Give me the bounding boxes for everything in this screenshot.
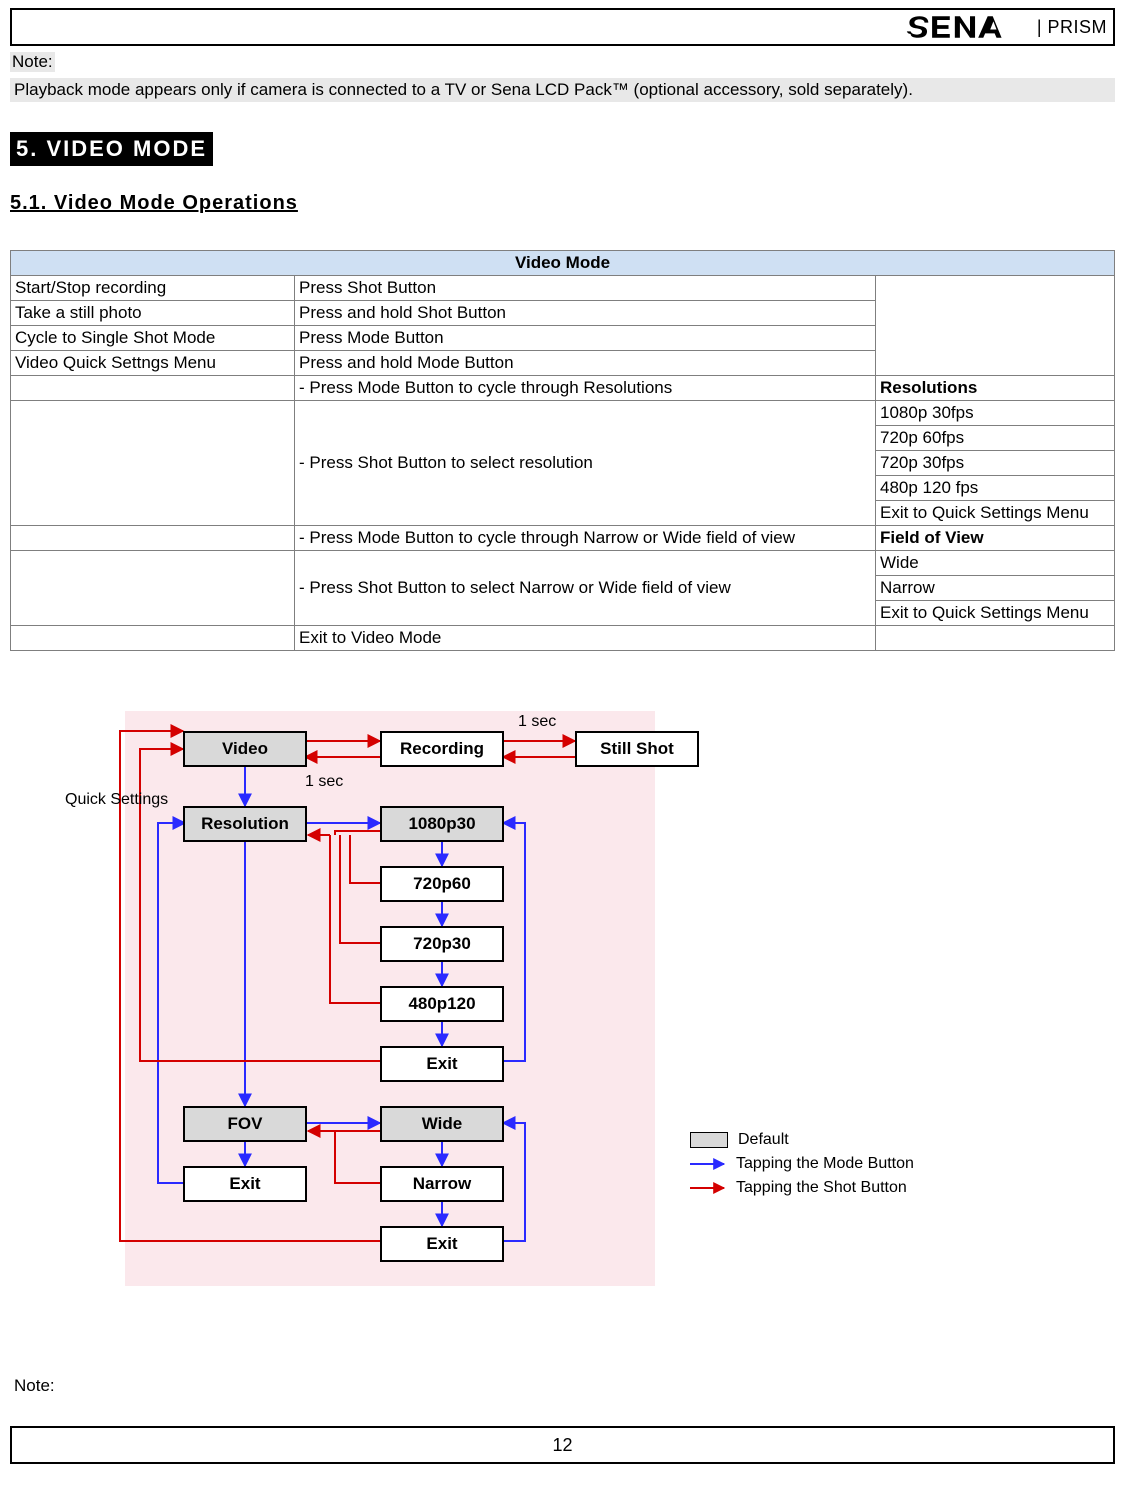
node-wide: Wide bbox=[380, 1106, 504, 1142]
table-cell: Narrow bbox=[876, 576, 1115, 601]
node-exit-fov: Exit bbox=[380, 1226, 504, 1262]
table-cell: Exit to Quick Settings Menu bbox=[876, 501, 1115, 526]
node-video: Video bbox=[183, 731, 307, 767]
legend-default: Default bbox=[738, 1131, 789, 1149]
node-exit-menu: Exit bbox=[183, 1166, 307, 1202]
table-cell-empty bbox=[11, 626, 295, 651]
node-720p30: 720p30 bbox=[380, 926, 504, 962]
legend: Default Tapping the Mode Button Tapping … bbox=[690, 1131, 920, 1203]
table-cell: 720p 30fps bbox=[876, 451, 1115, 476]
sena-logo-icon bbox=[905, 15, 1035, 39]
table-cell: Cycle to Single Shot Mode bbox=[11, 326, 295, 351]
table-cell: - Press Shot Button to select resolution bbox=[295, 401, 876, 526]
page-header: | PRISM bbox=[10, 8, 1115, 46]
table-cell: Wide bbox=[876, 551, 1115, 576]
label-1sec: 1 sec bbox=[518, 713, 556, 731]
table-cell: Video Quick Settngs Menu bbox=[11, 351, 295, 376]
label-quick-settings: Quick Settings bbox=[65, 791, 168, 809]
table-cell: Start/Stop recording bbox=[11, 276, 295, 301]
table-cell: - Press Mode Button to cycle through Res… bbox=[295, 376, 876, 401]
table-cell-empty bbox=[876, 276, 1115, 376]
section-h5: 5. VIDEO MODE bbox=[10, 132, 213, 166]
node-exit-res: Exit bbox=[380, 1046, 504, 1082]
table-cell-empty bbox=[11, 551, 295, 626]
node-still-shot: Still Shot bbox=[575, 731, 699, 767]
label-1sec: 1 sec bbox=[305, 773, 343, 791]
table-cell: Resolutions bbox=[876, 376, 1115, 401]
table-cell: - Press Mode Button to cycle through Nar… bbox=[295, 526, 876, 551]
header-prism: | PRISM bbox=[1037, 17, 1107, 38]
table-cell: Press and hold Shot Button bbox=[295, 301, 876, 326]
table-cell: 1080p 30fps bbox=[876, 401, 1115, 426]
table-cell-empty bbox=[11, 526, 295, 551]
flow-diagram: Video Recording Still Shot Resolution 10… bbox=[80, 711, 920, 1321]
section-h51: 5.1. Video Mode Operations bbox=[10, 192, 1115, 215]
table-cell: - Press Shot Button to select Narrow or … bbox=[295, 551, 876, 626]
bottom-note: Note: bbox=[14, 1376, 1115, 1396]
legend-mode: Tapping the Mode Button bbox=[736, 1155, 914, 1173]
table-cell: Take a still photo bbox=[11, 301, 295, 326]
table-cell: Exit to Quick Settings Menu bbox=[876, 601, 1115, 626]
table-cell: Press and hold Mode Button bbox=[295, 351, 876, 376]
node-480p120: 480p120 bbox=[380, 986, 504, 1022]
video-mode-table: Video Mode Start/Stop recordingPress Sho… bbox=[10, 250, 1115, 651]
legend-arrow-blue-icon bbox=[690, 1157, 726, 1171]
table-cell: 480p 120 fps bbox=[876, 476, 1115, 501]
node-resolution: Resolution bbox=[183, 806, 307, 842]
legend-shot: Tapping the Shot Button bbox=[736, 1179, 907, 1197]
page-number: 12 bbox=[552, 1435, 572, 1456]
node-recording: Recording bbox=[380, 731, 504, 767]
node-narrow: Narrow bbox=[380, 1166, 504, 1202]
legend-swatch-default bbox=[690, 1132, 728, 1148]
table-cell-empty bbox=[876, 626, 1115, 651]
node-fov: FOV bbox=[183, 1106, 307, 1142]
table-cell-empty bbox=[11, 376, 295, 401]
table-title: Video Mode bbox=[11, 251, 1115, 276]
node-720p60: 720p60 bbox=[380, 866, 504, 902]
table-cell: Press Mode Button bbox=[295, 326, 876, 351]
page-footer: 12 bbox=[10, 1426, 1115, 1464]
note-body: Playback mode appears only if camera is … bbox=[10, 78, 1115, 102]
table-cell: 720p 60fps bbox=[876, 426, 1115, 451]
table-cell: Field of View bbox=[876, 526, 1115, 551]
table-cell: Exit to Video Mode bbox=[295, 626, 876, 651]
legend-arrow-red-icon bbox=[690, 1181, 726, 1195]
node-1080p30: 1080p30 bbox=[380, 806, 504, 842]
note-label: Note: bbox=[10, 52, 55, 72]
table-cell-empty bbox=[11, 401, 295, 526]
table-cell: Press Shot Button bbox=[295, 276, 876, 301]
